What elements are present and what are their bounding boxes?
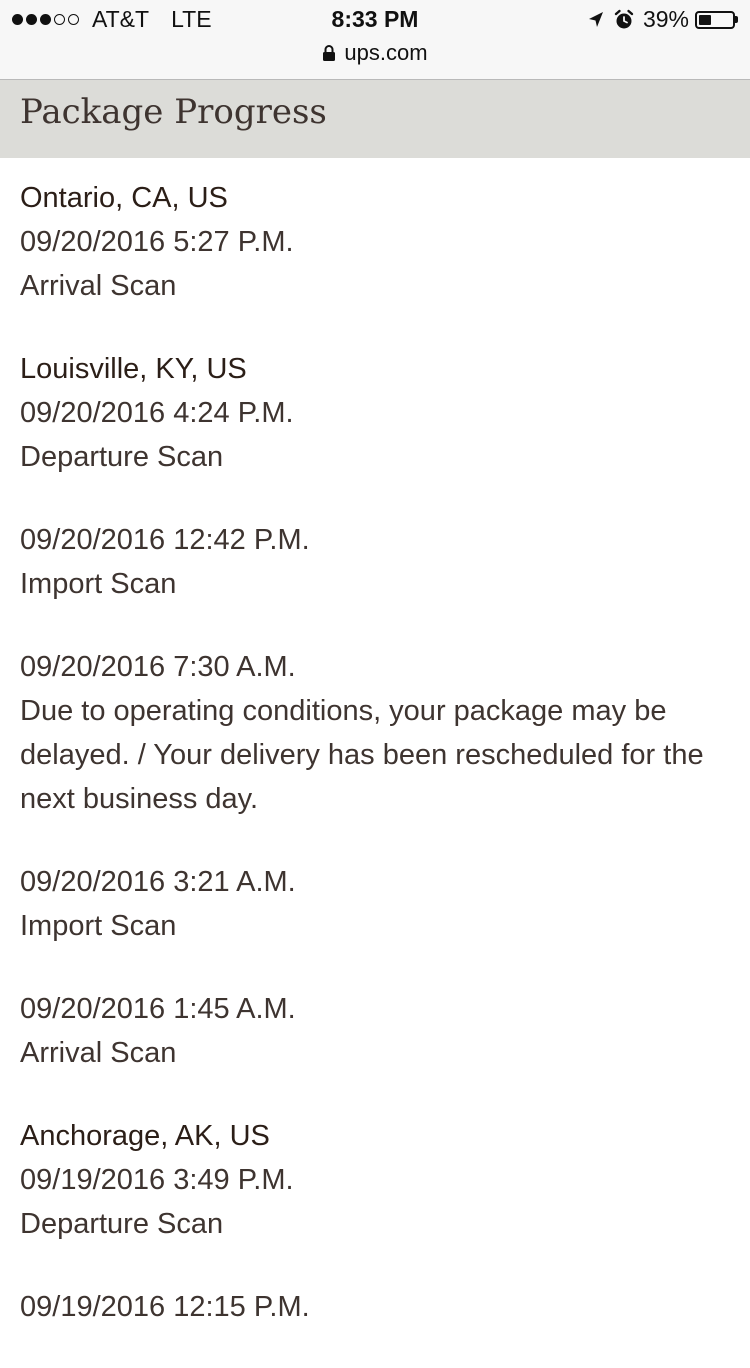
signal-dot xyxy=(12,14,23,25)
carrier-name: AT&T xyxy=(92,6,150,32)
event-datetime: 09/20/2016 12:42 P.M. xyxy=(20,524,310,556)
event-datetime: 09/20/2016 3:21 A.M. xyxy=(20,866,296,898)
progress-event: Louisville, KY, US 09/20/2016 4:24 P.M. De… xyxy=(20,347,730,479)
event-activity: Arrival Scan xyxy=(20,1037,177,1069)
event-activity: Due to operating conditions, your packag… xyxy=(20,695,704,815)
page-header: Package Progress xyxy=(0,80,750,158)
status-left: AT&T LTE xyxy=(12,6,212,33)
event-activity: Departure Scan xyxy=(20,1208,224,1240)
event-datetime: 09/19/2016 3:49 P.M. xyxy=(20,1164,294,1196)
location-arrow-icon xyxy=(588,11,603,27)
event-datetime: 09/20/2016 4:24 P.M. xyxy=(20,397,294,429)
url-bar[interactable]: ups.com xyxy=(0,40,750,66)
network-type: LTE xyxy=(171,6,212,32)
progress-event: Ontario, CA, US 09/20/2016 5:27 P.M. Arriv… xyxy=(20,176,730,308)
progress-event: 09/20/2016 3:21 A.M. Import Scan xyxy=(20,860,730,948)
signal-dot xyxy=(40,14,51,25)
alarm-clock-icon xyxy=(614,9,634,28)
event-activity: Import Scan xyxy=(20,910,177,942)
event-location: Ontario, CA, US xyxy=(20,182,228,214)
progress-event: 09/20/2016 1:45 A.M. Arrival Scan xyxy=(20,987,730,1075)
battery-percent: 39% xyxy=(642,6,689,32)
package-progress-list: Ontario, CA, US 09/20/2016 5:27 P.M. Arriv… xyxy=(20,176,730,1368)
progress-event: 09/19/2016 12:15 P.M. xyxy=(20,1285,730,1329)
status-right: 39% xyxy=(587,6,738,33)
progress-event: 09/20/2016 7:30 A.M. Due to operating con… xyxy=(20,645,730,821)
signal-dot xyxy=(68,14,79,25)
event-location: Louisville, KY, US xyxy=(20,353,247,385)
event-datetime: 09/20/2016 5:27 P.M. xyxy=(20,226,294,258)
event-activity: Arrival Scan xyxy=(20,270,177,302)
status-bar: AT&T LTE 8:33 PM 39% ups.com xyxy=(0,0,750,80)
page-title: Package Progress xyxy=(20,92,327,132)
url-domain: ups.com xyxy=(344,40,428,65)
event-datetime: 09/20/2016 1:45 A.M. xyxy=(20,993,296,1025)
event-location: Anchorage, AK, US xyxy=(20,1120,270,1152)
event-activity: Departure Scan xyxy=(20,441,224,473)
signal-dot xyxy=(26,14,37,25)
progress-event: Anchorage, AK, US 09/19/2016 3:49 P.M. Dep… xyxy=(20,1114,730,1246)
progress-event: 09/20/2016 12:42 P.M. Import Scan xyxy=(20,518,730,606)
signal-strength-icon xyxy=(12,14,82,25)
event-datetime: 09/20/2016 7:30 A.M. xyxy=(20,651,296,683)
signal-dot xyxy=(54,14,65,25)
event-activity: Import Scan xyxy=(20,568,177,600)
event-datetime: 09/19/2016 12:15 P.M. xyxy=(20,1291,310,1323)
lock-icon xyxy=(323,45,336,61)
battery-level xyxy=(699,14,712,25)
battery-icon xyxy=(695,10,738,29)
